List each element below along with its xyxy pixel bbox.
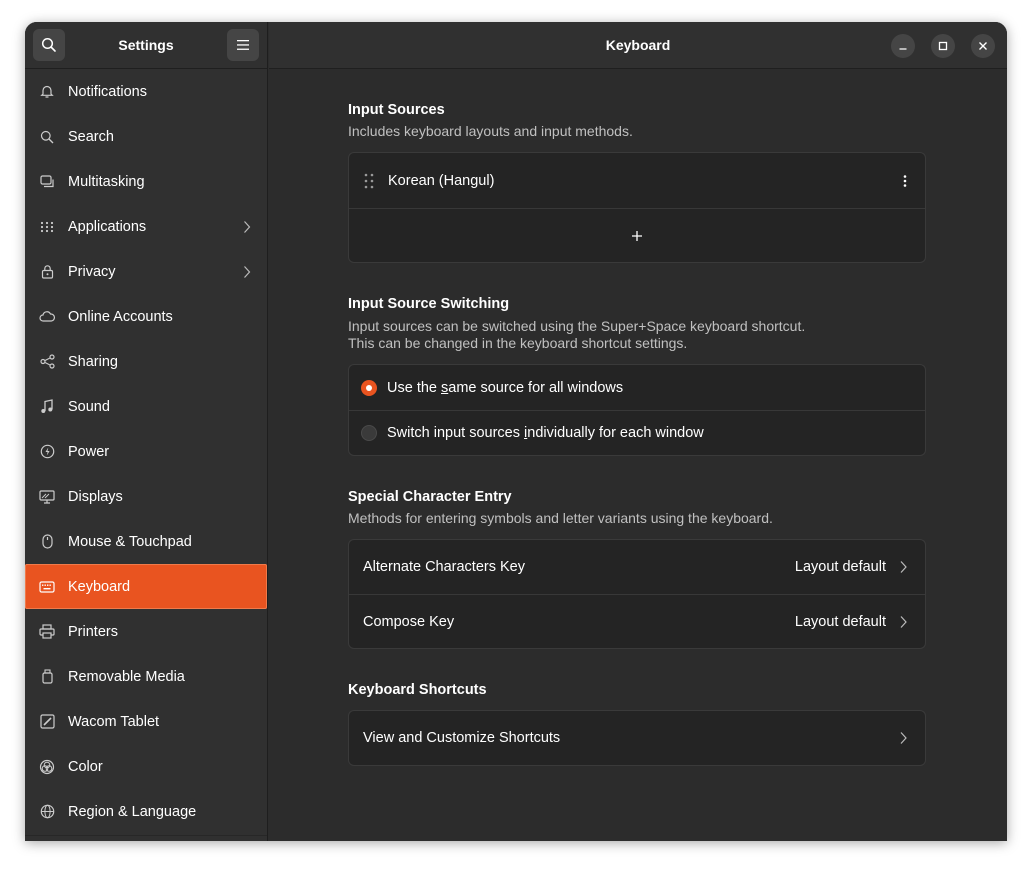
close-button[interactable] [971, 34, 995, 58]
sidebar-separator [25, 835, 267, 836]
minimize-button[interactable] [891, 34, 915, 58]
settings-window: Settings Notifications Search Multitaski… [25, 22, 1007, 841]
chevron-right-icon [900, 615, 907, 629]
keyboard-icon [39, 579, 55, 595]
sidebar-header: Settings [25, 22, 267, 69]
sidebar-item-sound[interactable]: Sound [25, 384, 267, 429]
radio-same-source[interactable]: Use the same source for all windows [349, 365, 925, 410]
multitasking-icon [39, 174, 55, 190]
search-icon [41, 37, 57, 53]
drag-handle-icon[interactable] [364, 173, 374, 189]
power-icon [39, 444, 55, 460]
sidebar-item-printers[interactable]: Printers [25, 609, 267, 654]
view-customize-shortcuts-label: View and Customize Shortcuts [363, 730, 561, 746]
sidebar-title: Settings [118, 37, 174, 53]
keyboard-shortcuts-list: View and Customize Shortcuts [348, 710, 926, 766]
radio-selected[interactable] [361, 379, 377, 396]
sidebar-item-mouse-touchpad[interactable]: Mouse & Touchpad [25, 519, 267, 564]
minimize-icon [898, 41, 908, 51]
section-desc-input-sources: Includes keyboard layouts and input meth… [348, 123, 633, 139]
sidebar-item-color[interactable]: Color [25, 744, 267, 789]
section-desc-special-character-entry: Methods for entering symbols and letter … [348, 510, 773, 526]
chevron-right-icon [900, 560, 907, 574]
compose-key-row[interactable]: Compose Key Layout default [349, 594, 925, 648]
view-customize-shortcuts-row[interactable]: View and Customize Shortcuts [349, 711, 925, 765]
compose-key-value: Layout default [794, 613, 886, 630]
radio-same-source-label: Use the same source for all windows [387, 379, 624, 396]
hamburger-menu-icon [236, 39, 250, 51]
alternate-characters-key-label: Alternate Characters Key [363, 559, 525, 575]
display-icon [39, 489, 55, 505]
globe-icon [39, 804, 55, 820]
tablet-icon [39, 714, 55, 730]
lock-icon [39, 264, 55, 280]
sidebar-item-sharing[interactable]: Sharing [25, 339, 267, 384]
sidebar-item-search[interactable]: Search [25, 114, 267, 159]
main-menu-button[interactable] [226, 29, 259, 61]
radio-individual-source[interactable]: Switch input sources individually for ea… [349, 410, 925, 455]
input-source-row[interactable]: Korean (Hangul) [349, 153, 925, 208]
cloud-icon [39, 309, 55, 325]
usb-drive-icon [39, 669, 55, 685]
maximize-button[interactable] [931, 34, 955, 58]
close-icon [978, 41, 988, 51]
applications-grid-icon [39, 219, 55, 235]
printer-icon [39, 624, 55, 640]
music-note-icon [39, 399, 55, 415]
sidebar-item-keyboard[interactable]: Keyboard [25, 564, 267, 609]
share-icon [39, 354, 55, 370]
sidebar-item-power[interactable]: Power [25, 429, 267, 474]
search-button[interactable] [33, 29, 65, 61]
window-controls [891, 34, 995, 58]
input-source-label: Korean (Hangul) [388, 172, 495, 189]
section-title-input-sources: Input Sources [348, 102, 445, 118]
special-character-list: Alternate Characters Key Layout default … [348, 539, 926, 649]
plus-icon [631, 230, 643, 242]
maximize-icon [938, 41, 948, 51]
sidebar-item-online-accounts[interactable]: Online Accounts [25, 294, 267, 339]
sidebar-item-wacom-tablet[interactable]: Wacom Tablet [25, 699, 267, 744]
sidebar-item-removable-media[interactable]: Removable Media [25, 654, 267, 699]
sidebar-item-applications[interactable]: Applications [25, 204, 267, 249]
bell-icon [39, 84, 55, 100]
section-desc-line2: This can be changed in the keyboard shor… [348, 335, 688, 351]
sidebar: Settings Notifications Search Multitaski… [25, 22, 268, 841]
more-options-icon[interactable] [903, 174, 907, 188]
radio-unselected[interactable] [361, 425, 377, 441]
page-title: Keyboard [605, 37, 671, 53]
chevron-right-icon [243, 220, 253, 234]
section-desc-line1: Input sources can be switched using the … [348, 318, 806, 334]
main-panel: Keyboard Input Sources Includes keyboard… [269, 22, 1007, 841]
sidebar-item-privacy[interactable]: Privacy [25, 249, 267, 294]
alternate-characters-key-value: Layout default [794, 559, 886, 575]
mouse-icon [39, 534, 55, 550]
chevron-right-icon [900, 731, 907, 745]
radio-individual-source-label: Switch input sources individually for ea… [387, 425, 704, 441]
sidebar-item-region-language[interactable]: Region & Language [25, 789, 267, 834]
add-input-source-button[interactable] [349, 208, 925, 262]
input-sources-list: Korean (Hangul) [348, 152, 926, 263]
chevron-right-icon [243, 265, 253, 279]
switching-options: Use the same source for all windows Swit… [348, 364, 926, 456]
sidebar-item-multitasking[interactable]: Multitasking [25, 159, 267, 204]
section-title-special-character-entry: Special Character Entry [348, 489, 512, 505]
sidebar-list: Notifications Search Multitasking Applic… [25, 69, 267, 836]
sidebar-item-displays[interactable]: Displays [25, 474, 267, 519]
keyboard-settings-content: Input Sources Includes keyboard layouts … [348, 69, 926, 766]
color-icon [39, 759, 55, 775]
section-title-keyboard-shortcuts: Keyboard Shortcuts [348, 682, 487, 698]
alternate-characters-key-row[interactable]: Alternate Characters Key Layout default [349, 540, 925, 594]
search-icon [39, 129, 55, 145]
section-title-input-source-switching: Input Source Switching [348, 296, 510, 312]
header-bar: Keyboard [269, 22, 1007, 69]
compose-key-label: Compose Key [363, 613, 455, 630]
sidebar-item-notifications[interactable]: Notifications [25, 69, 267, 114]
